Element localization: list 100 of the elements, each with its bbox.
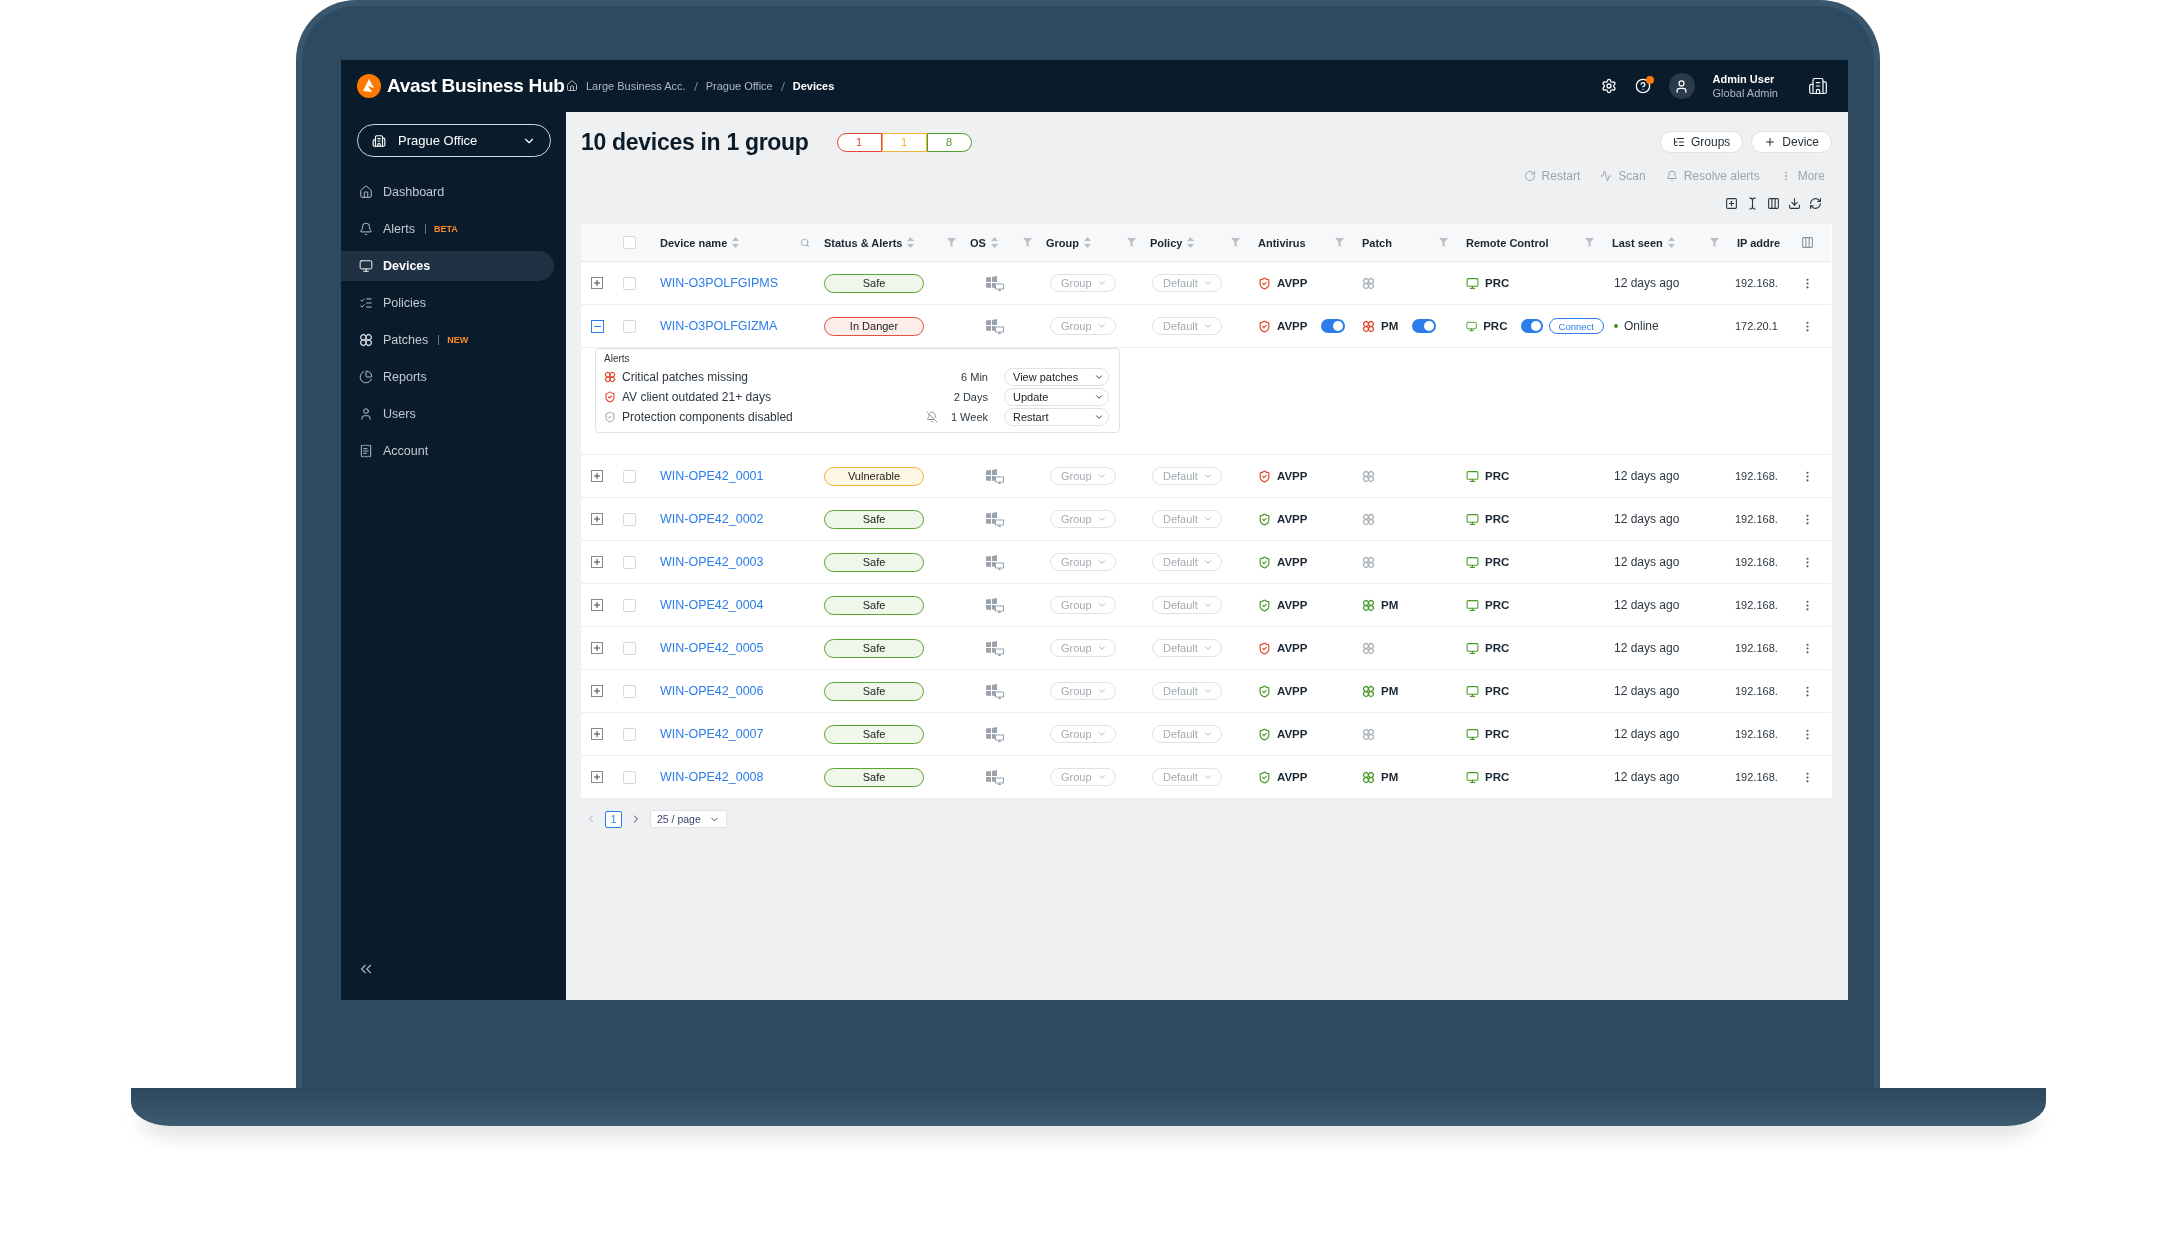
expand-button[interactable]: [591, 470, 603, 482]
patch-toggle[interactable]: [1412, 319, 1437, 333]
connect-button[interactable]: Connect: [1548, 318, 1604, 334]
breadcrumb[interactable]: Prague Office: [705, 80, 773, 92]
home-icon[interactable]: [566, 80, 578, 92]
expand-button[interactable]: [591, 685, 603, 697]
filter-icon[interactable]: [1231, 238, 1240, 247]
filter-icon[interactable]: [1710, 238, 1719, 247]
nav-item[interactable]: Account: [341, 436, 554, 466]
page-number[interactable]: 1: [605, 810, 622, 828]
text-cursor-icon[interactable]: [1746, 196, 1759, 210]
download-icon[interactable]: [1788, 196, 1801, 210]
add-square-icon[interactable]: [1725, 196, 1738, 210]
group-dropdown[interactable]: Group: [1050, 317, 1116, 335]
group-dropdown[interactable]: Group: [1050, 682, 1116, 700]
group-dropdown[interactable]: Group: [1050, 274, 1116, 292]
settings-icon[interactable]: [1600, 78, 1617, 94]
row-checkbox[interactable]: [623, 641, 636, 655]
group-dropdown[interactable]: Group: [1050, 510, 1116, 528]
breadcrumb[interactable]: Large Business Acc.: [586, 80, 686, 92]
filter-icon[interactable]: [1127, 238, 1136, 247]
toolbar-action[interactable]: Restart: [1523, 169, 1581, 183]
policy-dropdown[interactable]: Default: [1152, 725, 1222, 743]
nav-item[interactable]: Policies: [341, 288, 554, 318]
nav-item[interactable]: Alerts BETA: [341, 214, 554, 244]
sort-icon[interactable]: [732, 237, 740, 248]
device-link[interactable]: WIN-OPE42_0005: [660, 641, 764, 655]
policy-dropdown[interactable]: Default: [1152, 317, 1222, 335]
device-link[interactable]: WIN-OPE42_0007: [660, 727, 764, 741]
sort-icon[interactable]: [1667, 237, 1675, 248]
group-dropdown[interactable]: Group: [1050, 596, 1116, 614]
row-checkbox[interactable]: [623, 512, 636, 526]
policy-dropdown[interactable]: Default: [1152, 682, 1222, 700]
help-icon[interactable]: [1634, 78, 1651, 94]
row-checkbox[interactable]: [623, 598, 636, 612]
device-link[interactable]: WIN-O3POLFGIPMS: [660, 276, 779, 290]
device-link[interactable]: WIN-OPE42_0003: [660, 555, 764, 569]
sort-icon[interactable]: [1187, 237, 1195, 248]
toolbar-action[interactable]: Resolve alerts: [1665, 169, 1760, 183]
select-all-checkbox[interactable]: [623, 236, 636, 249]
alert-action-button[interactable]: Restart: [1004, 408, 1109, 426]
policy-dropdown[interactable]: Default: [1152, 596, 1222, 614]
group-dropdown[interactable]: Group: [1050, 467, 1116, 485]
device-link[interactable]: WIN-OPE42_0001: [660, 469, 764, 483]
status-count[interactable]: 8: [926, 132, 972, 152]
groups-button[interactable]: Groups: [1659, 131, 1744, 153]
row-checkbox[interactable]: [623, 555, 636, 569]
expand-button[interactable]: [591, 513, 603, 525]
group-dropdown[interactable]: Group: [1050, 639, 1116, 657]
refresh-icon[interactable]: [1809, 196, 1822, 210]
device-link[interactable]: WIN-OPE42_0008: [660, 770, 764, 784]
user-avatar[interactable]: [1668, 73, 1695, 99]
policy-dropdown[interactable]: Default: [1152, 639, 1222, 657]
row-checkbox[interactable]: [623, 276, 636, 290]
filter-icon[interactable]: [1023, 238, 1032, 247]
device-link[interactable]: WIN-O3POLFGIZMA: [660, 319, 778, 333]
building-switch-icon[interactable]: [1808, 76, 1828, 96]
policy-dropdown[interactable]: Default: [1152, 768, 1222, 786]
alert-action-button[interactable]: View patches: [1004, 368, 1109, 386]
breadcrumb[interactable]: Devices: [792, 80, 835, 92]
row-checkbox[interactable]: [623, 770, 636, 784]
expand-button[interactable]: [591, 642, 603, 654]
nav-item[interactable]: Patches NEW: [341, 325, 554, 355]
add-device-button[interactable]: Device: [1751, 131, 1832, 153]
group-dropdown[interactable]: Group: [1050, 725, 1116, 743]
sort-icon[interactable]: [990, 237, 998, 248]
collapse-button[interactable]: [591, 319, 604, 333]
page-size-select[interactable]: 25 / page: [650, 810, 727, 828]
columns-icon[interactable]: [1767, 196, 1780, 210]
alert-action-button[interactable]: Update: [1004, 388, 1109, 406]
toolbar-action[interactable]: More: [1779, 169, 1825, 183]
toolbar-action[interactable]: Scan: [1600, 169, 1646, 183]
group-dropdown[interactable]: Group: [1050, 768, 1116, 786]
filter-icon[interactable]: [1335, 238, 1344, 247]
row-checkbox[interactable]: [623, 727, 636, 741]
row-checkbox[interactable]: [623, 684, 636, 698]
expand-button[interactable]: [591, 599, 603, 611]
device-link[interactable]: WIN-OPE42_0006: [660, 684, 764, 698]
sort-icon[interactable]: [1084, 237, 1091, 248]
search-icon[interactable]: [800, 237, 810, 248]
policy-dropdown[interactable]: Default: [1152, 467, 1222, 485]
filter-icon[interactable]: [1585, 238, 1594, 247]
row-checkbox[interactable]: [623, 469, 636, 483]
group-dropdown[interactable]: Group: [1050, 553, 1116, 571]
column-settings-icon[interactable]: [1801, 236, 1814, 249]
expand-button[interactable]: [591, 771, 603, 783]
nav-item[interactable]: Dashboard: [341, 177, 554, 207]
device-link[interactable]: WIN-OPE42_0002: [660, 512, 764, 526]
remote-control-toggle[interactable]: [1521, 319, 1543, 333]
nav-item[interactable]: Reports: [341, 362, 554, 392]
expand-button[interactable]: [591, 556, 603, 568]
sort-icon[interactable]: [907, 237, 915, 248]
antivirus-toggle[interactable]: [1321, 319, 1346, 333]
filter-icon[interactable]: [947, 238, 956, 247]
expand-button[interactable]: [591, 277, 603, 289]
nav-item[interactable]: Devices: [341, 251, 554, 281]
nav-item[interactable]: Users: [341, 399, 554, 429]
policy-dropdown[interactable]: Default: [1152, 553, 1222, 571]
device-link[interactable]: WIN-OPE42_0004: [660, 598, 764, 612]
filter-icon[interactable]: [1439, 238, 1448, 247]
